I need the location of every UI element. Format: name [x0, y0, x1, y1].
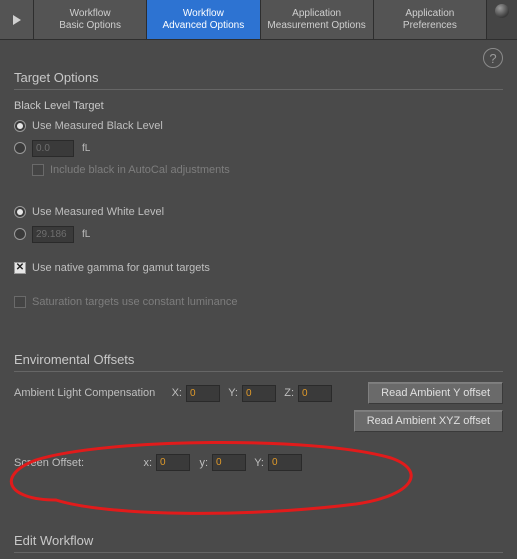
- label-ambient-light-comp: Ambient Light Compensation: [14, 387, 164, 399]
- help-icon[interactable]: ?: [483, 48, 503, 68]
- label-z: Z:: [280, 387, 294, 399]
- corner-orb-icon: [487, 0, 517, 39]
- tab-bar: Workflow Basic Options Workflow Advanced…: [0, 0, 517, 40]
- section-title-target-options: Target Options: [14, 70, 503, 85]
- label-black-level-target: Black Level Target: [14, 100, 503, 112]
- unit-fl: fL: [82, 229, 90, 240]
- label-sx: x:: [138, 457, 152, 469]
- tab-label: Workflow: [70, 8, 111, 20]
- tab-label: Application: [292, 8, 341, 20]
- radio-black-manual[interactable]: [14, 142, 26, 154]
- tab-label: Advanced Options: [163, 20, 245, 32]
- section-title-edit-workflow: Edit Workflow: [14, 533, 503, 548]
- play-button[interactable]: [0, 0, 34, 39]
- input-screen-y[interactable]: [212, 454, 246, 471]
- input-ambient-z[interactable]: [298, 385, 332, 402]
- tab-workflow-basic[interactable]: Workflow Basic Options: [34, 0, 147, 39]
- label-native-gamma: Use native gamma for gamut targets: [32, 262, 210, 274]
- input-screen-x[interactable]: [156, 454, 190, 471]
- panel-body: ? Target Options Black Level Target Use …: [0, 40, 517, 559]
- tab-label: Measurement Options: [267, 20, 365, 32]
- radio-white-manual[interactable]: [14, 228, 26, 240]
- tab-label: Preferences: [403, 20, 457, 32]
- label-screen-offset: Screen Offset:: [14, 457, 134, 469]
- label-x: X:: [168, 387, 182, 399]
- checkbox-native-gamma[interactable]: [14, 262, 26, 274]
- tab-label: Workflow: [183, 8, 224, 20]
- checkbox-include-black-autocal: [32, 164, 44, 176]
- tab-application-measurement[interactable]: Application Measurement Options: [261, 0, 374, 39]
- tab-label: Application: [405, 8, 454, 20]
- label-y: Y:: [224, 387, 238, 399]
- tab-application-preferences[interactable]: Application Preferences: [374, 0, 487, 39]
- input-ambient-x[interactable]: [186, 385, 220, 402]
- label-sy-cap: Y:: [250, 457, 264, 469]
- label-saturation-const-lum: Saturation targets use constant luminanc…: [32, 296, 237, 308]
- play-icon: [12, 15, 22, 25]
- input-screen-y-cap[interactable]: [268, 454, 302, 471]
- radio-use-measured-white[interactable]: [14, 206, 26, 218]
- button-read-ambient-xyz[interactable]: Read Ambient XYZ offset: [354, 410, 503, 432]
- radio-use-measured-black[interactable]: [14, 120, 26, 132]
- divider: [14, 371, 503, 372]
- input-ambient-y[interactable]: [242, 385, 276, 402]
- tab-workflow-advanced[interactable]: Workflow Advanced Options: [147, 0, 260, 39]
- button-read-ambient-y[interactable]: Read Ambient Y offset: [368, 382, 503, 404]
- checkbox-saturation-const-lum: [14, 296, 26, 308]
- label-include-black-autocal: Include black in AutoCal adjustments: [50, 164, 230, 176]
- section-title-environmental: Enviromental Offsets: [14, 352, 503, 367]
- divider: [14, 89, 503, 90]
- input-white-level[interactable]: [32, 226, 74, 243]
- input-black-level[interactable]: [32, 140, 74, 157]
- divider: [14, 552, 503, 553]
- unit-fl: fL: [82, 143, 90, 154]
- label-use-measured-black: Use Measured Black Level: [32, 120, 163, 132]
- label-sy: y:: [194, 457, 208, 469]
- label-use-measured-white: Use Measured White Level: [32, 206, 164, 218]
- tab-label: Basic Options: [59, 20, 121, 32]
